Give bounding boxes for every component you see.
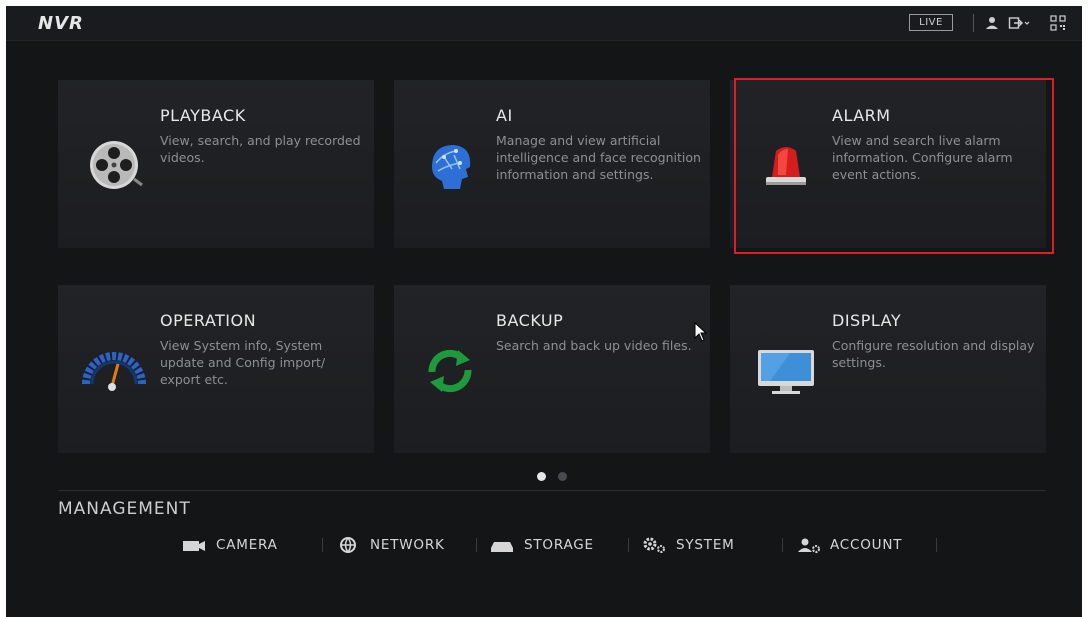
management-storage[interactable]: STORAGE (488, 533, 594, 557)
tile-playback[interactable]: PLAYBACK View, search, and play recorded… (58, 80, 374, 248)
management-separator (936, 538, 937, 552)
mouse-cursor-icon (694, 322, 708, 342)
management-camera[interactable]: CAMERA (180, 533, 278, 557)
management-separator (782, 538, 783, 552)
toolbar-divider (973, 14, 974, 32)
network-globe-icon (340, 537, 356, 553)
live-button[interactable]: LIVE (909, 14, 953, 31)
top-bar: NVR LIVE (6, 6, 1082, 41)
gears-icon (643, 537, 665, 553)
management-system[interactable]: SYSTEM (640, 533, 735, 557)
film-reel-icon (90, 141, 143, 189)
alarm-light-icon (766, 147, 806, 185)
storage-drive-icon (491, 542, 513, 552)
tile-title: OPERATION (160, 311, 257, 330)
tile-title: AI (496, 106, 513, 125)
refresh-arrows-icon (428, 349, 472, 393)
management-separator (628, 538, 629, 552)
account-gear-icon (798, 538, 820, 553)
nvr-logo: NVR (38, 13, 84, 34)
tile-operation[interactable]: OPERATION View System info, System updat… (58, 285, 374, 453)
tile-description: Configure resolution and display setting… (832, 338, 1035, 370)
logout-icon[interactable] (1008, 15, 1030, 31)
management-label: ACCOUNT (830, 537, 903, 553)
tile-description: Manage and view artificial intelligence … (496, 133, 701, 182)
management-label: CAMERA (216, 537, 278, 553)
tile-display[interactable]: DISPLAY Configure resolution and display… (730, 285, 1046, 453)
tile-description: View, search, and play recorded videos. (160, 133, 361, 165)
tile-description: View and search live alarm information. … (832, 133, 1013, 182)
page-dot[interactable] (558, 472, 567, 481)
speedometer-icon (82, 352, 146, 391)
management-title: MANAGEMENT (58, 499, 191, 519)
management-account[interactable]: ACCOUNT (794, 533, 902, 557)
monitor-icon (758, 350, 814, 394)
tile-title: ALARM (832, 106, 891, 125)
tile-description: View System info, System update and Conf… (160, 338, 326, 387)
tile-title: DISPLAY (832, 311, 902, 330)
management-label: STORAGE (524, 537, 594, 553)
user-icon[interactable] (984, 15, 1000, 31)
management-label: SYSTEM (676, 537, 735, 553)
management-separator (476, 538, 477, 552)
management-divider (58, 490, 1046, 491)
nvr-main-menu: NVR LIVE PLAYBACK View, search, and play… (6, 6, 1082, 617)
tile-backup[interactable]: BACKUP Search and back up video files. (394, 285, 710, 453)
tile-alarm[interactable]: ALARM View and search live alarm informa… (730, 80, 1046, 248)
camera-icon (183, 541, 205, 551)
page-dot-active[interactable] (537, 472, 546, 481)
tile-ai[interactable]: AI Manage and view artificial intelligen… (394, 80, 710, 248)
tile-title: BACKUP (496, 311, 564, 330)
ai-head-icon (432, 145, 471, 189)
management-network[interactable]: NETWORK (334, 533, 445, 557)
management-separator (322, 538, 323, 552)
tile-description: Search and back up video files. (496, 338, 692, 353)
tile-title: PLAYBACK (160, 106, 246, 125)
qr-code-icon[interactable] (1050, 15, 1066, 31)
management-label: NETWORK (370, 537, 445, 553)
